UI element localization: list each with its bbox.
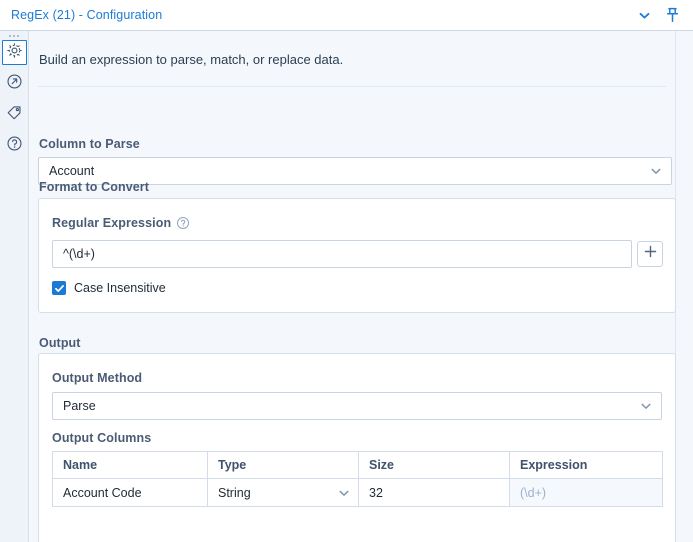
column-to-parse-value: Account: [49, 164, 95, 178]
rail-drag-handle[interactable]: [9, 35, 19, 37]
regular-expression-value: ^(\d+): [63, 247, 95, 261]
chevron-down-icon: [640, 400, 652, 412]
column-to-parse-label: Column to Parse: [39, 137, 140, 151]
rail-item-configuration[interactable]: [1, 40, 27, 65]
cell-expression: (\d+): [509, 478, 663, 507]
column-header-name[interactable]: Name: [52, 451, 208, 479]
intro-text: Build an expression to parse, match, or …: [39, 52, 344, 67]
chevron-down-icon[interactable]: [638, 9, 651, 22]
intro-divider: [38, 86, 666, 87]
tag-icon: [6, 104, 23, 126]
column-header-expression[interactable]: Expression: [509, 451, 663, 479]
vertical-scrollbar[interactable]: [676, 31, 693, 542]
rail-item-help[interactable]: [2, 133, 27, 158]
titlebar-actions: [638, 7, 680, 23]
rail-item-annotation[interactable]: [2, 102, 27, 127]
cell-name[interactable]: Account Code: [52, 478, 208, 507]
gear-icon: [6, 42, 23, 64]
checkbox-box: [52, 281, 66, 295]
cell-size[interactable]: 32: [358, 478, 510, 507]
output-columns-table: Name Type Size Expression Account Code S…: [52, 451, 663, 507]
column-header-size[interactable]: Size: [358, 451, 510, 479]
window-titlebar: RegEx (21) - Configuration: [0, 0, 693, 31]
add-expression-button[interactable]: [637, 241, 663, 267]
case-insensitive-label: Case Insensitive: [74, 281, 166, 295]
format-to-convert-card: Regular Expression ^(\d+) Case Insensiti…: [38, 198, 676, 313]
output-label: Output: [39, 336, 81, 350]
regex-configuration-window: RegEx (21) - Configuration Build an expr…: [0, 0, 693, 542]
plus-icon: [643, 244, 658, 264]
case-insensitive-checkbox[interactable]: Case Insensitive: [52, 281, 166, 295]
question-circle-icon[interactable]: [176, 216, 190, 230]
cell-type[interactable]: String: [207, 478, 359, 507]
output-method-select[interactable]: Parse: [52, 392, 662, 420]
tool-rail: [0, 31, 29, 542]
output-method-value: Parse: [63, 399, 96, 413]
window-title: RegEx (21) - Configuration: [11, 8, 163, 22]
configuration-content: Build an expression to parse, match, or …: [29, 31, 676, 542]
column-header-type[interactable]: Type: [207, 451, 359, 479]
arrow-circle-icon: [6, 73, 23, 95]
table-row[interactable]: Account Code String 32 (\d+): [52, 478, 663, 507]
regular-expression-label: Regular Expression: [52, 216, 172, 230]
chevron-down-icon[interactable]: [338, 487, 350, 499]
cell-type-value: String: [218, 485, 251, 500]
format-to-convert-label: Format to Convert: [39, 180, 150, 194]
configuration-pane: Build an expression to parse, match, or …: [29, 31, 693, 542]
output-card: Output Method Parse Output Columns Name …: [38, 353, 676, 542]
output-columns-label: Output Columns: [52, 431, 152, 445]
chevron-down-icon: [650, 165, 662, 177]
output-method-label: Output Method: [52, 371, 143, 385]
table-header-row: Name Type Size Expression: [52, 451, 663, 479]
regular-expression-input[interactable]: ^(\d+): [52, 240, 632, 268]
pin-icon[interactable]: [665, 7, 680, 23]
rail-item-outputs[interactable]: [2, 71, 27, 96]
question-circle-icon: [6, 135, 23, 157]
